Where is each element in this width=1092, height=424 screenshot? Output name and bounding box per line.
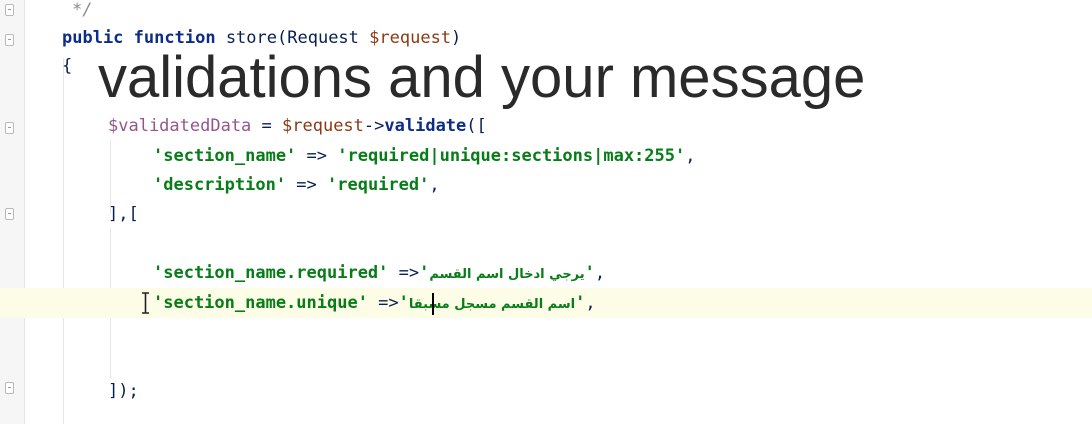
message-comma: ,: [585, 293, 596, 313]
rule-arrow: =>: [296, 146, 338, 166]
message-comma: ,: [594, 263, 606, 283]
ibeam-cursor-icon: [142, 292, 149, 314]
indent-guide: [63, 58, 64, 424]
fold-marker-icon[interactable]: [5, 208, 14, 220]
array-end: ]);: [108, 381, 139, 401]
rule-comma: ,: [685, 146, 696, 166]
fold-marker-icon[interactable]: [5, 122, 14, 134]
code-line-msg-required[interactable]: 'section_name.required' =>'يرجي ادخال اس…: [153, 259, 605, 287]
rule-arrow: =>: [286, 175, 328, 195]
comment-end: */: [72, 0, 93, 20]
rule-key: 'description': [153, 175, 287, 195]
overlay-caption: validations and your message: [98, 45, 866, 110]
validate-method: validate: [384, 116, 467, 136]
fold-marker-icon[interactable]: [5, 4, 14, 16]
arabic-message: يرجي ادخال اسم القسم: [429, 267, 585, 282]
validated-data-var: $validatedData: [108, 116, 252, 136]
message-key: 'section_name.required': [153, 263, 389, 283]
rule-comma: ,: [429, 175, 440, 195]
fold-marker-icon[interactable]: [5, 34, 14, 46]
code-line-array-sep[interactable]: ],[: [108, 200, 139, 228]
quote-open: ': [398, 293, 409, 313]
editor-gutter: [0, 0, 25, 424]
code-line-rule-description[interactable]: 'description' => 'required',: [153, 171, 440, 199]
rule-value: 'required|unique:sections|max:255': [337, 146, 686, 166]
quote-close: ': [584, 263, 595, 283]
rule-value: 'required': [327, 175, 430, 195]
array-close-open: ],[: [108, 204, 139, 224]
code-line-msg-unique[interactable]: 'section_name.unique' =>'اسم القسم مسجل …: [153, 289, 596, 317]
code-line-brace[interactable]: {: [62, 52, 72, 80]
quote-open: ': [419, 263, 430, 283]
code-line-rule-section[interactable]: 'section_name' => 'required|unique:secti…: [153, 142, 696, 170]
quote-close: ': [575, 293, 586, 313]
code-line-array-end[interactable]: ]);: [108, 377, 139, 405]
brace-open: {: [62, 56, 73, 76]
message-arrow: =>: [388, 263, 420, 283]
request-var: $request: [282, 116, 364, 136]
code-line-comment[interactable]: */: [72, 0, 92, 24]
array-open: ([: [466, 116, 487, 136]
text-caret: [432, 293, 434, 315]
rule-key: 'section_name': [153, 146, 297, 166]
code-line-validate[interactable]: $validatedData = $request->validate([: [108, 112, 487, 140]
message-arrow: =>: [367, 293, 399, 313]
assign-op: =: [251, 116, 283, 136]
message-key: 'section_name.unique': [153, 293, 368, 313]
arrow-op: ->: [363, 116, 385, 136]
fold-marker-icon[interactable]: [5, 382, 14, 394]
